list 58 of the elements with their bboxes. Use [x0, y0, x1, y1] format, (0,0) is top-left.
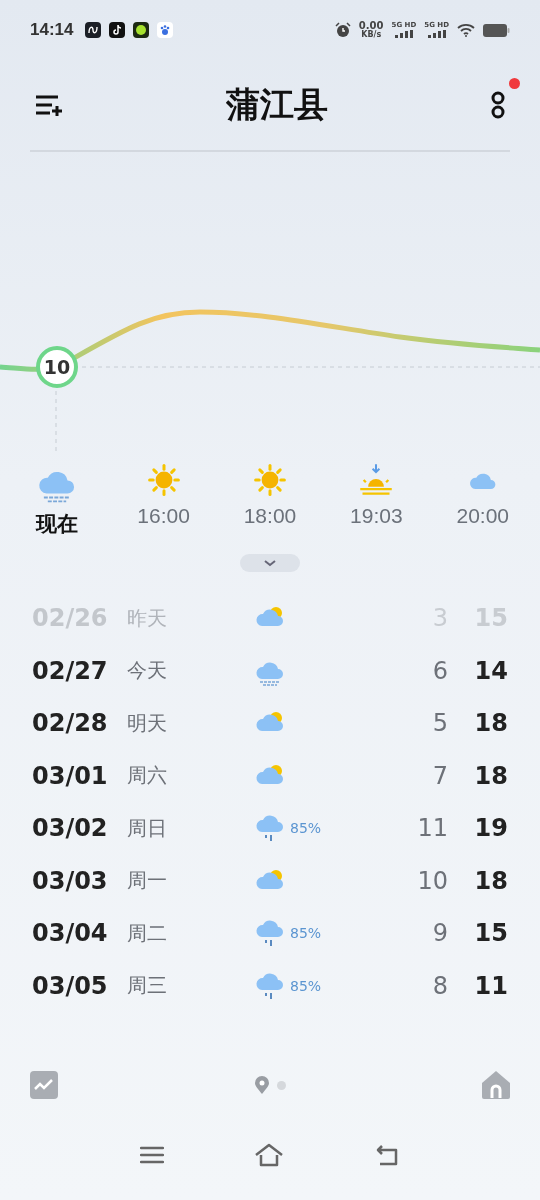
battery-icon — [483, 23, 510, 37]
forecast-day: 周二 — [127, 919, 254, 947]
speed-unit: KB/s — [361, 31, 382, 39]
paw-icon — [157, 22, 174, 38]
forecast-date: 03/05 — [32, 971, 109, 1000]
hour-item[interactable]: 16:00 — [113, 462, 214, 538]
precipitation-chance: 85% — [290, 977, 322, 994]
forecast-date: 03/02 — [32, 814, 109, 843]
hour-item[interactable]: 现在 — [7, 462, 108, 538]
forecast-day: 周日 — [127, 814, 254, 842]
home-button[interactable] — [254, 1143, 284, 1167]
music-note-icon — [109, 22, 126, 38]
high-temperature: 18 — [473, 761, 508, 790]
forecast-day: 明天 — [127, 709, 254, 737]
current-temperature: 10 — [36, 346, 78, 388]
low-temperature: 6 — [431, 656, 448, 685]
sun-icon — [145, 462, 182, 498]
status-time: 14:14 — [30, 20, 74, 40]
low-temperature: 8 — [431, 971, 448, 1000]
high-temperature: 18 — [473, 709, 508, 738]
chevron-down-icon — [263, 559, 277, 567]
high-temperature: 14 — [473, 656, 508, 685]
forecast-day: 周三 — [127, 972, 254, 1000]
low-temperature: 5 — [431, 709, 448, 738]
forecast-date: 02/28 — [32, 709, 109, 738]
forecast-date: 03/03 — [32, 866, 109, 895]
forecast-day: 昨天 — [127, 604, 254, 632]
sun-icon — [251, 462, 288, 498]
forecast-day: 周一 — [127, 867, 254, 895]
city-title: 蒲江县 — [226, 83, 328, 126]
hour-item[interactable]: 20:00 — [432, 462, 533, 538]
alarm-icon — [334, 22, 351, 38]
forecast-date: 02/27 — [32, 656, 109, 685]
precipitation-chance: 85% — [290, 925, 322, 942]
menu-button[interactable] — [140, 1145, 164, 1165]
forecast-day: 周六 — [127, 762, 254, 790]
hour-item[interactable]: 19:03 — [326, 462, 427, 538]
forecast-date: 03/04 — [32, 919, 109, 948]
sunset-icon — [358, 462, 395, 498]
high-temperature: 15 — [473, 919, 508, 948]
signal-icon — [393, 30, 414, 38]
app-notification-icon — [133, 22, 150, 38]
high-temperature: 19 — [473, 814, 508, 843]
app-notification-icon — [85, 22, 102, 38]
network-speed: 0.00 — [358, 21, 384, 31]
low-temperature: 7 — [431, 761, 448, 790]
low-temperature: 9 — [431, 919, 448, 948]
low-temperature: 11 — [416, 814, 448, 843]
forecast-date: 03/01 — [32, 761, 109, 790]
precipitation-chance: 85% — [290, 820, 322, 837]
high-temperature: 11 — [473, 971, 508, 1000]
back-button[interactable] — [374, 1144, 400, 1166]
low-temperature: 10 — [416, 866, 448, 895]
signal-icon — [426, 30, 447, 38]
forecast-day: 今天 — [127, 657, 254, 685]
high-temperature: 18 — [473, 866, 508, 895]
hour-item[interactable]: 18:00 — [219, 462, 320, 538]
wifi-icon — [457, 23, 475, 37]
